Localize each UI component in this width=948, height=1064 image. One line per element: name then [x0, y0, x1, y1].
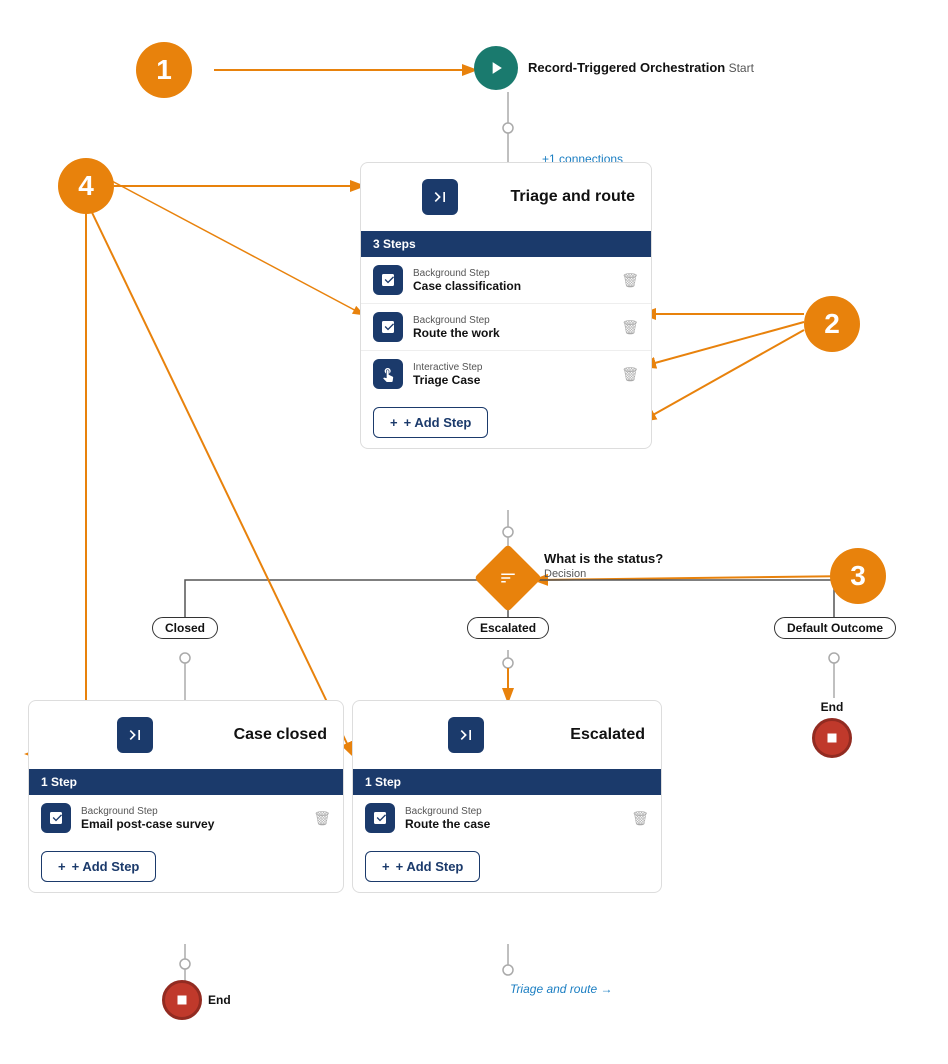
- step-circle-2: 2: [804, 296, 860, 352]
- plus-icon-closed: +: [58, 859, 66, 874]
- end-node-closed: End: [162, 980, 231, 1020]
- background-step-icon-2: [373, 312, 403, 342]
- delete-route-case-step[interactable]: 🗑: [631, 810, 649, 827]
- connections-svg: [0, 0, 948, 1064]
- triage-stage: Triage and route 3 Steps Background Step…: [360, 162, 652, 449]
- step-triage-case: Interactive Step Triage Case 🗑: [361, 351, 651, 397]
- step-circle-4: 4: [58, 158, 114, 214]
- delete-step-1[interactable]: 🗑: [621, 272, 639, 289]
- triage-add-step-button[interactable]: + + Add Step: [373, 407, 488, 438]
- case-closed-icon: [117, 717, 153, 753]
- step-route-case: Background Step Route the case 🗑: [353, 795, 661, 841]
- background-step-icon-1: [373, 265, 403, 295]
- email-survey-icon: [41, 803, 71, 833]
- triage-steps-header: 3 Steps: [361, 231, 651, 257]
- interactive-step-icon: [373, 359, 403, 389]
- route-escalated: Escalated: [467, 617, 549, 639]
- delete-email-step[interactable]: 🗑: [313, 810, 331, 827]
- route-case-icon: [365, 803, 395, 833]
- plus-icon-escalated: +: [382, 859, 390, 874]
- step-circle-1: 1: [136, 42, 192, 98]
- escalated-header: Escalated: [353, 701, 661, 769]
- escalated-icon: [448, 717, 484, 753]
- end-circle-default: [812, 718, 852, 758]
- step-route-work: Background Step Route the work 🗑: [361, 304, 651, 351]
- delete-step-2[interactable]: 🗑: [621, 319, 639, 336]
- plus-icon: +: [390, 415, 398, 430]
- escalated-stage: Escalated 1 Step Background Step Route t…: [352, 700, 662, 893]
- case-closed-add-step-button[interactable]: + + Add Step: [41, 851, 156, 882]
- end-node-default: End: [812, 700, 852, 758]
- escalated-steps-header: 1 Step: [353, 769, 661, 795]
- start-node: Record-Triggered Orchestration Start: [474, 46, 754, 90]
- start-icon: [474, 46, 518, 90]
- step-email-survey: Background Step Email post-case survey 🗑: [29, 795, 343, 841]
- end-circle-closed: [162, 980, 202, 1020]
- triage-stage-icon: [422, 179, 458, 215]
- decision-node: What is the status? Decision: [484, 554, 532, 602]
- start-label: Record-Triggered Orchestration Start: [528, 59, 754, 77]
- case-closed-stage: Case closed 1 Step Background Step Email…: [28, 700, 344, 893]
- route-closed: Closed: [152, 617, 218, 639]
- case-closed-steps-header: 1 Step: [29, 769, 343, 795]
- triage-loop-link[interactable]: Triage and route →: [510, 982, 613, 996]
- step-circle-3: 3: [830, 548, 886, 604]
- escalated-add-step-button[interactable]: + + Add Step: [365, 851, 480, 882]
- case-closed-header: Case closed: [29, 701, 343, 769]
- step-case-classification: Background Step Case classification 🗑: [361, 257, 651, 304]
- triage-stage-header: Triage and route: [361, 163, 651, 231]
- flow-canvas: 1 4 2 3 Record-Triggered Orchestration S…: [0, 0, 948, 1064]
- delete-step-3[interactable]: 🗑: [621, 366, 639, 383]
- route-default: Default Outcome: [774, 617, 896, 639]
- decision-diamond: [474, 544, 542, 612]
- decision-label: What is the status? Decision: [544, 550, 663, 580]
